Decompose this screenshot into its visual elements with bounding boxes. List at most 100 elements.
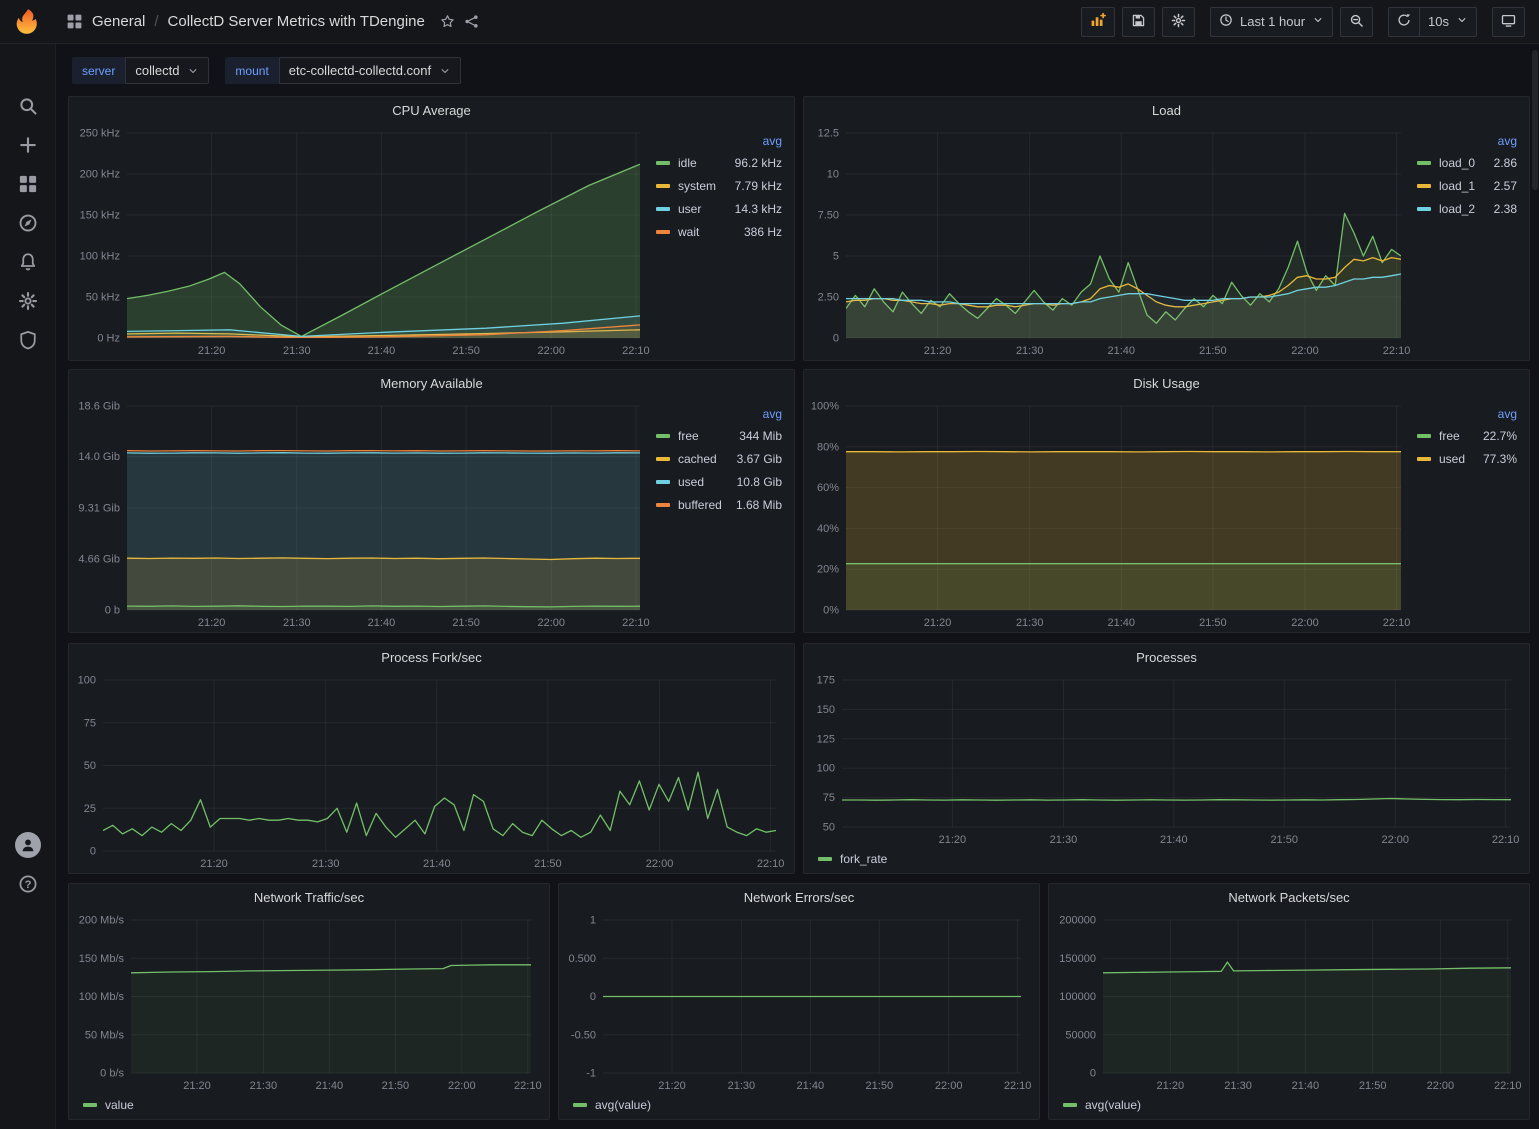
panel-title-pkt[interactable]: Network Packets/sec [1049,884,1529,910]
panel-title-mem[interactable]: Memory Available [69,370,794,396]
sidebar-item-search[interactable] [0,86,56,125]
svg-text:21:30: 21:30 [1016,617,1044,629]
chart-canvas[interactable]: 0 b4.66 Gib9.31 Gib14.0 Gib18.6 Gib21:20… [73,396,654,630]
save-dashboard-button[interactable] [1122,7,1155,37]
star-icon[interactable] [440,14,455,29]
svg-text:60%: 60% [817,482,839,494]
sidebar: ? [0,44,56,1129]
series-name[interactable]: free [1439,429,1460,443]
sidebar-bottom-items: ? [0,825,56,903]
panel-title-err[interactable]: Network Errors/sec [559,884,1039,910]
chart-plot-cpu[interactable]: 0 Hz50 kHz100 kHz150 kHz200 kHz250 kHz21… [73,123,654,358]
legend-cpu: avgidle96.2 kHzsystem7.79 kHzuser14.3 kH… [654,123,790,358]
legend-avg-header[interactable]: avg [656,131,782,151]
svg-text:22:10: 22:10 [1383,617,1411,629]
panel-title-traffic[interactable]: Network Traffic/sec [69,884,549,910]
svg-text:75: 75 [823,792,835,804]
sidebar-item-profile[interactable] [0,825,56,864]
series-name[interactable]: avg(value) [1085,1098,1141,1112]
sidebar-item-help[interactable]: ? [0,864,56,903]
legend-item: buffered1.68 Mib [656,493,782,516]
series-name[interactable]: used [1439,452,1465,466]
zoom-out-button[interactable] [1340,7,1373,37]
svg-text:21:20: 21:20 [200,858,228,870]
panel-title-fork[interactable]: Process Fork/sec [69,644,794,670]
svg-text:150000: 150000 [1059,953,1096,965]
chart-canvas[interactable]: 507510012515017521:2021:3021:4021:5022:0… [808,670,1525,847]
panel-err: Network Errors/sec-1-0.5000.500121:2021:… [558,883,1040,1120]
series-name[interactable]: user [678,202,701,216]
bell-icon [18,252,38,272]
series-name[interactable]: idle [678,156,697,170]
chart-canvas[interactable]: 05000010000015000020000021:2021:3021:402… [1053,910,1525,1093]
chart-plot-disk[interactable]: 0%20%40%60%80%100%21:2021:3021:4021:5022… [808,396,1415,630]
legend-item: free344 Mib [656,424,782,447]
variable-value-dropdown[interactable]: etc-collectd-collectd.conf [279,57,461,84]
chart-plot-fork[interactable]: 025507510021:2021:3021:4021:5022:0022:10 [73,670,790,871]
panel-title-load[interactable]: Load [804,97,1529,123]
svg-text:250 kHz: 250 kHz [80,128,120,140]
sidebar-item-explore[interactable] [0,203,56,242]
cycle-view-mode-button[interactable] [1492,7,1525,37]
svg-text:21:20: 21:20 [924,617,952,629]
chart-canvas[interactable]: 025507510021:2021:3021:4021:5022:0022:10 [73,670,790,871]
panel-cpu: CPU Average0 Hz50 kHz100 kHz150 kHz200 k… [68,96,795,361]
svg-text:22:10: 22:10 [1492,834,1520,846]
chart-plot-pkt[interactable]: 05000010000015000020000021:2021:3021:402… [1053,910,1525,1093]
series-name[interactable]: fork_rate [840,852,887,866]
chart-plot-proc[interactable]: 507510012515017521:2021:3021:4021:5022:0… [808,670,1525,847]
panel-title-proc[interactable]: Processes [804,644,1529,670]
svg-text:25: 25 [84,803,96,815]
chart-canvas[interactable]: 0 b/s50 Mb/s100 Mb/s150 Mb/s200 Mb/s21:2… [73,910,545,1093]
panel-title-disk[interactable]: Disk Usage [804,370,1529,396]
share-icon[interactable] [464,14,479,29]
chart-canvas[interactable]: 0%20%40%60%80%100%21:2021:3021:4021:5022… [808,396,1415,630]
time-range-picker[interactable]: Last 1 hour [1210,7,1333,37]
series-name[interactable]: avg(value) [595,1098,651,1112]
dashboard-settings-button[interactable] [1162,7,1195,37]
chart-canvas[interactable]: 02.5057.501012.521:2021:3021:4021:5022:0… [808,123,1415,358]
add-panel-button[interactable] [1081,7,1115,37]
sidebar-item-alerting[interactable] [0,242,56,281]
series-name[interactable]: free [678,429,699,443]
chart-plot-mem[interactable]: 0 b4.66 Gib9.31 Gib14.0 Gib18.6 Gib21:20… [73,396,654,630]
series-name[interactable]: wait [678,225,699,239]
chart-plot-traffic[interactable]: 0 b/s50 Mb/s100 Mb/s150 Mb/s200 Mb/s21:2… [73,910,545,1093]
breadcrumb-dashboard-title[interactable]: CollectD Server Metrics with TDengine [168,13,425,30]
series-name[interactable]: used [678,475,704,489]
legend-avg-header[interactable]: avg [656,404,782,424]
sidebar-item-configuration[interactable] [0,281,56,320]
page-scrollbar[interactable] [1532,50,1538,190]
series-name[interactable]: load_2 [1439,202,1475,216]
breadcrumb-folder[interactable]: General [92,13,145,30]
series-name[interactable]: buffered [678,498,722,512]
series-name[interactable]: value [105,1098,134,1112]
chart-plot-err[interactable]: -1-0.5000.500121:2021:3021:4021:5022:002… [563,910,1035,1093]
series-name[interactable]: load_1 [1439,179,1475,193]
panel-title-cpu[interactable]: CPU Average [69,97,794,123]
svg-text:100 kHz: 100 kHz [80,251,120,263]
refresh-group: 10s [1388,7,1477,37]
grafana-logo[interactable] [0,7,56,37]
svg-text:21:50: 21:50 [382,1080,410,1092]
series-avg-value: 10.8 Gib [723,475,782,489]
chart-canvas[interactable]: 0 Hz50 kHz100 kHz150 kHz200 kHz250 kHz21… [73,123,654,358]
svg-text:21:50: 21:50 [534,858,562,870]
refresh-button[interactable] [1388,7,1420,37]
chart-canvas[interactable]: -1-0.5000.500121:2021:3021:4021:5022:002… [563,910,1035,1093]
svg-text:21:40: 21:40 [368,345,396,357]
legend-item: idle96.2 kHz [656,151,782,174]
chart-plot-load[interactable]: 02.5057.501012.521:2021:3021:4021:5022:0… [808,123,1415,358]
series-name[interactable]: load_0 [1439,156,1475,170]
sidebar-item-dashboards[interactable] [0,164,56,203]
refresh-interval-dropdown[interactable]: 10s [1419,7,1477,37]
variable-value-dropdown[interactable]: collectd [125,57,209,84]
legend-avg-header[interactable]: avg [1417,404,1517,424]
series-name[interactable]: cached [678,452,717,466]
svg-text:21:50: 21:50 [1359,1080,1387,1092]
sidebar-item-server-admin[interactable] [0,320,56,359]
svg-text:22:00: 22:00 [448,1080,476,1092]
series-name[interactable]: system [678,179,716,193]
sidebar-item-create[interactable] [0,125,56,164]
legend-avg-header[interactable]: avg [1417,131,1517,151]
